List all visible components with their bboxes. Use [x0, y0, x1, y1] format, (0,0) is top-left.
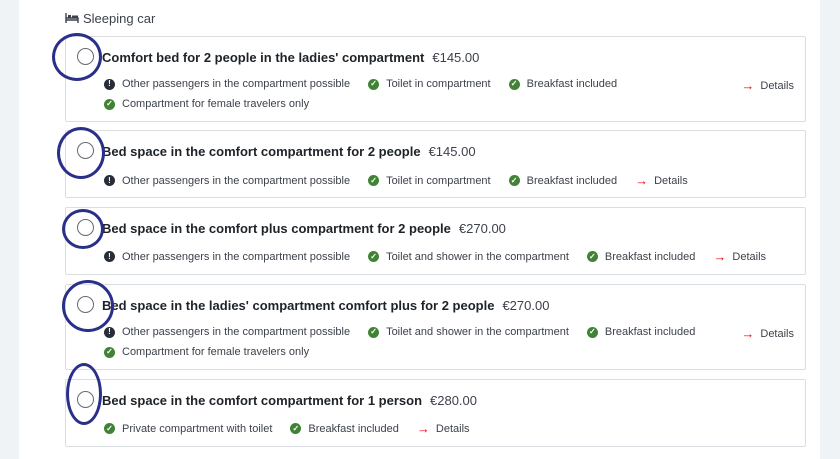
check-icon: ✓ — [508, 78, 520, 90]
check-icon: ✓ — [104, 423, 115, 434]
arrow-right-icon: → — [713, 249, 727, 264]
details-link[interactable]: → Details — [417, 421, 470, 436]
sleeper-option[interactable]: Comfort bed for 2 people in the ladies' … — [65, 36, 806, 122]
sleeper-option[interactable]: Bed space in the ladies' compartment com… — [65, 284, 806, 370]
feature-item: ✓ Private compartment with toilet — [104, 423, 272, 435]
feature-item: ! Other passengers in the compartment pos… — [104, 326, 350, 338]
feature-item: ✓ Breakfast included — [508, 175, 617, 187]
arrow-right-icon: → — [741, 78, 755, 93]
arrow-right-icon: → — [416, 421, 430, 436]
details-link[interactable]: → Details — [635, 173, 688, 188]
option-price: €270.00 — [502, 298, 550, 313]
info-icon: ! — [104, 78, 115, 90]
option-price: €280.00 — [430, 393, 478, 408]
option-price: €270.00 — [458, 221, 506, 236]
check-icon: ✓ — [508, 175, 520, 186]
feature-item: ✓ Breakfast included — [290, 423, 399, 435]
sleeper-option[interactable]: Bed space in the comfort compartment for… — [65, 379, 806, 447]
feature-item: ✓ Breakfast included — [586, 326, 695, 338]
feature-item: ✓ Breakfast included — [586, 251, 695, 263]
option-radio[interactable] — [77, 296, 94, 313]
check-icon: ✓ — [104, 346, 115, 358]
info-icon: ! — [104, 251, 115, 262]
option-radio[interactable] — [77, 48, 94, 65]
check-icon: ✓ — [368, 78, 380, 90]
option-radio[interactable] — [77, 142, 94, 159]
arrow-right-icon: → — [741, 326, 755, 341]
bed-icon — [65, 13, 79, 23]
check-icon: ✓ — [368, 326, 380, 338]
section-title: Sleeping car — [83, 10, 156, 26]
option-title: Bed space in the comfort compartment for… — [102, 393, 423, 408]
feature-item: ✓ Toilet in compartment — [368, 175, 491, 187]
feature-item: ! Other passengers in the compartment pos… — [104, 251, 350, 263]
check-icon: ✓ — [368, 175, 380, 186]
feature-item: ✓ Compartment for female travelers only — [104, 98, 309, 110]
check-icon: ✓ — [368, 251, 380, 262]
option-title: Bed space in the ladies' compartment com… — [102, 298, 495, 313]
details-link[interactable]: → Details — [741, 78, 794, 93]
feature-item: ✓ Toilet and shower in the compartment — [368, 326, 569, 338]
option-radio[interactable] — [77, 391, 94, 408]
feature-item: ! Other passengers in the compartment pos… — [104, 78, 350, 90]
arrow-right-icon: → — [635, 173, 649, 188]
sleeper-option[interactable]: Bed space in the comfort compartment for… — [65, 130, 806, 198]
check-icon: ✓ — [290, 423, 302, 434]
details-link[interactable]: → Details — [713, 249, 766, 264]
check-icon: ✓ — [104, 98, 115, 110]
option-price: €145.00 — [432, 50, 480, 65]
option-title: Comfort bed for 2 people in the ladies' … — [102, 50, 425, 65]
option-price: €145.00 — [428, 144, 476, 159]
feature-item: ✓ Toilet in compartment — [368, 78, 491, 90]
feature-item: ✓ Toilet and shower in the compartment — [368, 251, 569, 263]
sleeper-option[interactable]: Bed space in the comfort plus compartmen… — [65, 207, 806, 275]
feature-item: ✓ Breakfast included — [508, 78, 617, 90]
option-radio[interactable] — [77, 219, 94, 236]
details-link[interactable]: → Details — [741, 326, 794, 341]
option-title: Bed space in the comfort plus compartmen… — [102, 221, 451, 236]
option-title: Bed space in the comfort compartment for… — [102, 144, 421, 159]
feature-item: ✓ Compartment for female travelers only — [104, 346, 309, 358]
info-icon: ! — [104, 326, 115, 338]
check-icon: ✓ — [586, 251, 598, 262]
info-icon: ! — [104, 175, 115, 186]
section-header: Sleeping car — [65, 9, 155, 27]
check-icon: ✓ — [586, 326, 598, 338]
feature-item: ! Other passengers in the compartment pos… — [104, 175, 350, 187]
